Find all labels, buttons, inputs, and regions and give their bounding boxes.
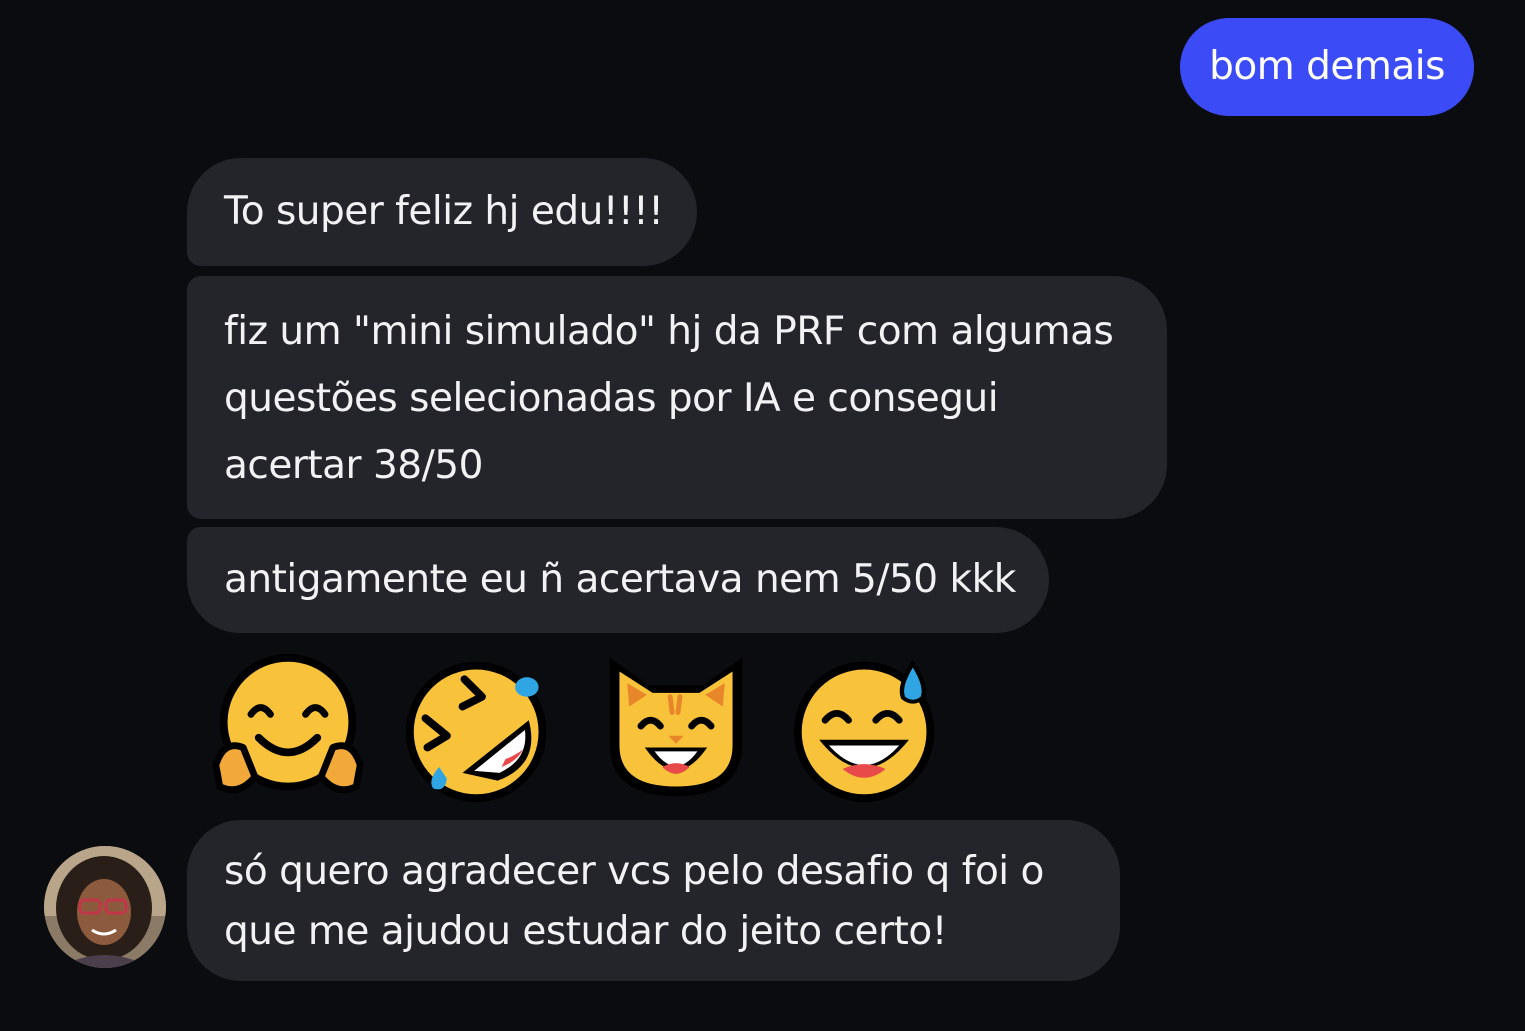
avatar[interactable] <box>44 846 166 968</box>
incoming-message[interactable]: To super feliz hj edu!!!! <box>187 158 697 266</box>
incoming-message[interactable]: só quero agradecer vcs pelo desafio q fo… <box>187 820 1120 981</box>
user-avatar-photo <box>44 846 166 968</box>
chat-thread: bom demais To super feliz hj edu!!!! fiz… <box>0 0 1525 1031</box>
grinning-cat-icon <box>609 657 743 797</box>
hugging-face-icon <box>212 653 364 794</box>
rolling-on-floor-laughing-icon <box>405 661 547 803</box>
incoming-message[interactable]: antigamente eu ñ acertava nem 5/50 kkk <box>187 527 1049 633</box>
incoming-message[interactable]: fiz um "mini simulado" hj da PRF com alg… <box>187 276 1167 519</box>
outgoing-message[interactable]: bom demais <box>1180 18 1474 116</box>
grinning-face-with-sweat-icon <box>793 659 935 803</box>
